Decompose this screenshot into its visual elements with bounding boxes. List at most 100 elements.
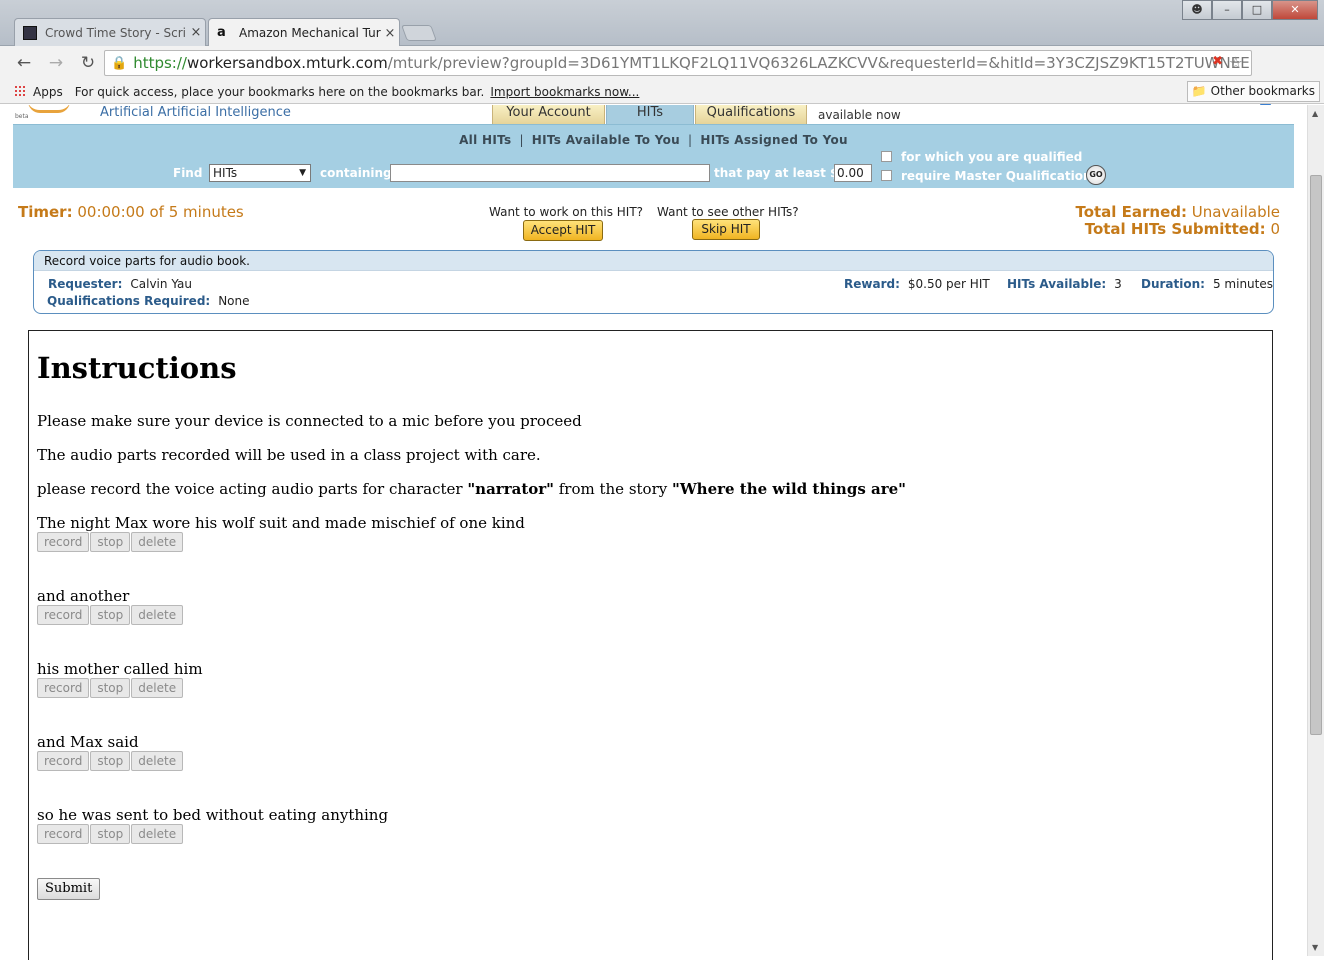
new-tab-button[interactable]	[401, 25, 437, 41]
terminal-icon	[23, 25, 37, 40]
qualifications-value: None	[218, 294, 250, 308]
part-text: his mother called him	[37, 660, 203, 678]
delete-button[interactable]: delete	[131, 751, 184, 771]
part-text: The night Max wore his wolf suit and mad…	[37, 514, 525, 532]
find-type-select[interactable]: HITs ▼	[209, 164, 311, 182]
timer-label: Timer:	[18, 203, 73, 221]
all-hits-link[interactable]: All HITs	[459, 133, 511, 147]
minimize-icon[interactable]: –	[1212, 0, 1242, 20]
url-scheme: https://	[133, 54, 187, 72]
other-bookmarks-button[interactable]: 📁 Other bookmarks	[1186, 81, 1320, 102]
earned-value: Unavailable	[1191, 203, 1280, 221]
scroll-up-icon[interactable]: ▲	[1312, 109, 1318, 118]
amazon-smile-logo	[28, 105, 70, 113]
skip-prompt: Want to see other HITs?	[657, 205, 799, 219]
submitted-label: Total HITs Submitted:	[1084, 220, 1266, 238]
delete-button[interactable]: delete	[131, 678, 184, 698]
blocked-popup-icon[interactable]: ✖	[1212, 54, 1223, 69]
requester-label: Requester:	[48, 277, 123, 291]
stop-button[interactable]: stop	[90, 751, 131, 771]
tab-amazon-mechanical-turk[interactable]: a Amazon Mechanical Turk ×	[208, 18, 400, 47]
import-bookmarks-link[interactable]: Import bookmarks now...	[490, 85, 639, 99]
delete-button[interactable]: delete	[131, 605, 184, 625]
delete-button[interactable]: delete	[131, 532, 184, 552]
url-path: /mturk/preview?groupId=3D61YMT1LKQF2LQ11…	[387, 54, 1252, 72]
available-now-text: available now	[818, 108, 901, 122]
tab-crowd-time-story[interactable]: Crowd Time Story - Script ×	[14, 18, 206, 46]
user-icon[interactable]: ☻	[1182, 0, 1212, 20]
master-label: require Master Qualification	[901, 169, 1092, 183]
close-tab-icon[interactable]: ×	[187, 25, 205, 40]
find-label: Find	[173, 166, 203, 180]
instruction-mic: Please make sure your device is connecte…	[37, 412, 582, 430]
hits-available-link[interactable]: HITs Available To You	[532, 133, 680, 147]
apps-shortcut[interactable]: Apps	[14, 85, 63, 99]
qualified-checkbox[interactable]	[881, 151, 892, 162]
folder-icon: 📁	[1191, 84, 1207, 98]
vertical-scrollbar[interactable]: ▲ ▼	[1307, 105, 1324, 956]
address-bar[interactable]: 🔒 https://workersandbox.mturk.com/mturk/…	[104, 50, 1252, 76]
qualifications-label: Qualifications Required:	[47, 294, 211, 308]
character-name: "narrator"	[467, 480, 554, 498]
recorder-controls: record stop delete	[37, 605, 184, 625]
bookmarks-hint: For quick access, place your bookmarks h…	[74, 84, 485, 99]
stop-button[interactable]: stop	[90, 824, 131, 844]
hit-search-bar: All HITs | HITs Available To You | HITs Assi…	[13, 124, 1294, 188]
stop-button[interactable]: stop	[90, 678, 131, 698]
stop-button[interactable]: stop	[90, 532, 131, 552]
scrollbar-thumb[interactable]	[1310, 175, 1322, 735]
record-button[interactable]: record	[37, 824, 90, 844]
bookmarks-bar: Apps For quick access, place your bookma…	[0, 80, 1324, 104]
record-button[interactable]: record	[37, 605, 90, 625]
min-pay-input[interactable]: 0.00	[834, 164, 872, 182]
window-close-icon[interactable]: ✕	[1272, 0, 1318, 20]
instruction-usage: The audio parts recorded will be used in…	[37, 446, 541, 464]
apps-label: Apps	[33, 84, 63, 99]
submit-button[interactable]: Submit	[37, 878, 101, 900]
reward-row: Reward: $0.50 per HIT	[844, 277, 990, 291]
timer: Timer: 00:00:00 of 5 minutes	[18, 203, 244, 221]
scroll-down-icon[interactable]: ▼	[1312, 943, 1318, 952]
containing-label: containing	[320, 166, 392, 180]
recorder-controls: record stop delete	[37, 532, 184, 552]
close-tab-icon[interactable]: ×	[381, 26, 399, 41]
skip-hit-button[interactable]: Skip HIT	[692, 219, 760, 240]
tab-your-account[interactable]: Your Account	[492, 105, 605, 124]
hits-available-label: HITs Available:	[1007, 277, 1107, 291]
browser-titlebar: Crowd Time Story - Script × a Amazon Mec…	[0, 0, 1324, 47]
reward-label: Reward:	[844, 277, 900, 291]
accept-prompt: Want to work on this HIT?	[489, 205, 644, 219]
stop-button[interactable]: stop	[90, 605, 131, 625]
requester-value[interactable]: Calvin Yau	[130, 277, 192, 291]
maximize-icon[interactable]: □	[1242, 0, 1272, 20]
link-separator: |	[688, 133, 693, 147]
mturk-tagline: Artificial Artificial Intelligence	[100, 105, 291, 120]
go-button[interactable]: GO	[1086, 165, 1106, 185]
timer-value: 00:00:00 of 5 minutes	[77, 203, 244, 221]
earnings-summary: Total Earned: Unavailable Total HITs Sub…	[1075, 204, 1280, 238]
tab-hits[interactable]: HITs	[606, 105, 694, 124]
delete-button[interactable]: delete	[131, 824, 184, 844]
keyword-input[interactable]	[390, 164, 710, 182]
master-checkbox[interactable]	[881, 170, 892, 181]
hits-available-row: HITs Available: 3	[1007, 277, 1122, 291]
part-text: and Max said	[37, 733, 139, 751]
lock-icon: 🔒	[111, 55, 128, 71]
tab-qualifications[interactable]: Qualifications	[695, 105, 807, 124]
reload-icon[interactable]: ↻	[74, 53, 102, 73]
forward-icon[interactable]: →	[42, 53, 70, 73]
page-viewport: beta Artificial Artificial Intelligence …	[0, 105, 1324, 960]
bookmark-star-icon[interactable]: ☆	[1229, 53, 1243, 72]
tab-label: Amazon Mechanical Turk	[239, 26, 381, 40]
record-button[interactable]: record	[37, 751, 90, 771]
accept-hit-button[interactable]: Accept HIT	[523, 220, 603, 241]
earned-label: Total Earned:	[1075, 203, 1188, 221]
back-icon[interactable]: ←	[10, 53, 38, 73]
part-text: and another	[37, 587, 130, 605]
other-bookmarks-label: Other bookmarks	[1210, 84, 1315, 98]
record-button[interactable]: record	[37, 678, 90, 698]
recorder-controls: record stop delete	[37, 751, 184, 771]
record-button[interactable]: record	[37, 532, 90, 552]
hits-assigned-link[interactable]: HITs Assigned To You	[700, 133, 848, 147]
hit-links: All HITs | HITs Available To You | HITs Assi…	[13, 133, 1294, 147]
